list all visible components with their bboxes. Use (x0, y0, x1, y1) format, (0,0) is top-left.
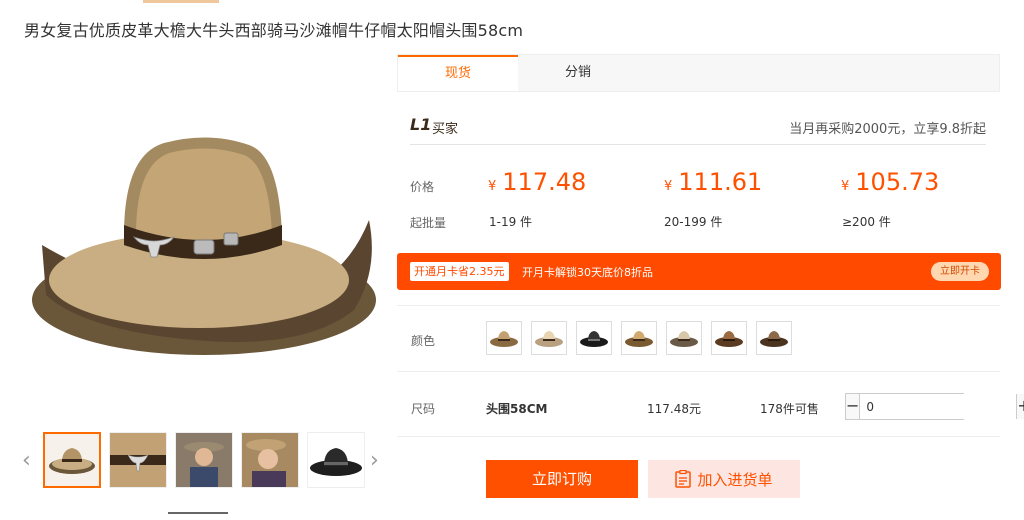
price-value: 105.73 (855, 168, 940, 196)
top-accent-bar (143, 0, 219, 3)
gallery-prev-button[interactable]: ‹ (22, 448, 31, 473)
price-label: 价格 (410, 180, 435, 194)
size-label: 尺码 (411, 402, 436, 416)
thumbnail-hat[interactable] (43, 432, 101, 488)
color-swatches (486, 321, 792, 355)
buy-now-button[interactable]: 立即订购 (486, 460, 638, 498)
thumbnail-man-1[interactable] (175, 432, 233, 488)
clipboard-icon (675, 470, 692, 488)
buyer-level-row: L1 买家 当月再采购2000元，立享9.8折起 (410, 113, 986, 145)
quantity-increase-button[interactable]: + (1016, 394, 1024, 419)
price-value: 117.48 (502, 168, 587, 196)
product-title: 男女复古优质皮革大檐大牛头西部骑马沙滩帽牛仔帽太阳帽头围58cm (24, 21, 524, 40)
divider (397, 371, 1000, 372)
swatch-beige-hat[interactable] (621, 321, 657, 355)
thumbnail-black-hat[interactable] (307, 432, 365, 488)
light-hat-icon (670, 331, 698, 347)
man-photo-thumb-icon (242, 433, 298, 487)
thumbnail-strip (43, 432, 365, 488)
beige-hat-icon (625, 331, 653, 347)
buyer-level-badge: L1 (410, 115, 432, 134)
price-value: 111.61 (678, 168, 763, 196)
size-price: 117.48元 (647, 402, 701, 416)
card-banner-text: 开月卡解锁30天底价8折品 (522, 266, 653, 279)
tab-distribution[interactable]: 分销 (518, 55, 638, 91)
thumbnail-man-2[interactable] (241, 432, 299, 488)
brown-hat-icon (715, 331, 743, 347)
divider (397, 305, 1000, 306)
swatch-tan-hat[interactable] (486, 321, 522, 355)
price-tier-1: ¥117.48 (488, 168, 586, 196)
quantity-decrease-button[interactable]: − (846, 394, 861, 419)
currency-symbol: ¥ (488, 179, 497, 194)
price-tier-2: ¥111.61 (664, 168, 762, 196)
buyer-promo-text: 当月再采购2000元，立享9.8折起 (789, 122, 986, 137)
currency-symbol: ¥ (841, 179, 850, 194)
open-card-button[interactable]: 立即开卡 (931, 262, 989, 281)
add-to-purchase-list-label: 加入进货单 (697, 470, 773, 489)
card-savings-tag: 开通月卡省2.35元 (410, 262, 509, 281)
color-label: 颜色 (411, 334, 436, 348)
stock-tabs: 现货 分销 (397, 54, 1000, 92)
monthly-card-banner: 开通月卡省2.35元 开月卡解锁30天底价8折品 立即开卡 (397, 253, 1001, 290)
quantity-stepper: − + (845, 393, 1024, 420)
tan-hat-icon (490, 331, 518, 347)
divider (397, 436, 1000, 437)
swatch-cream-hat[interactable] (531, 321, 567, 355)
size-stock: 178件可售 (760, 402, 819, 416)
swatch-black-hat[interactable] (576, 321, 612, 355)
cowboy-hat-image (32, 137, 376, 355)
add-to-purchase-list-button[interactable]: 加入进货单 (648, 460, 800, 498)
size-name: 头围58CM (486, 402, 548, 416)
hat-band-thumb-icon (110, 433, 166, 487)
black-hat-icon (580, 331, 608, 347)
batch-label: 起批量 (410, 216, 447, 230)
hat-thumb-icon (49, 448, 95, 474)
swatch-brown-hat[interactable] (711, 321, 747, 355)
swatch-dark-brown-hat[interactable] (756, 321, 792, 355)
qty-tier-3: ≥200 件 (842, 215, 891, 229)
black-hat-thumb-icon (310, 448, 362, 476)
gallery-next-button[interactable]: › (370, 448, 379, 473)
gallery-footer-fragment (168, 512, 228, 520)
dark-brown-hat-icon (760, 331, 788, 347)
swatch-light-hat[interactable] (666, 321, 702, 355)
man-photo-thumb-icon (176, 433, 232, 487)
currency-symbol: ¥ (664, 179, 673, 194)
buyer-level-label: 买家 (432, 122, 459, 137)
quantity-input[interactable] (860, 394, 1017, 419)
cream-hat-icon (535, 331, 563, 347)
tab-in-stock[interactable]: 现货 (398, 55, 518, 91)
qty-tier-1: 1-19 件 (489, 215, 533, 229)
thumbnail-hat-band[interactable] (109, 432, 167, 488)
price-tier-3: ¥105.73 (841, 168, 939, 196)
qty-tier-2: 20-199 件 (664, 215, 723, 229)
